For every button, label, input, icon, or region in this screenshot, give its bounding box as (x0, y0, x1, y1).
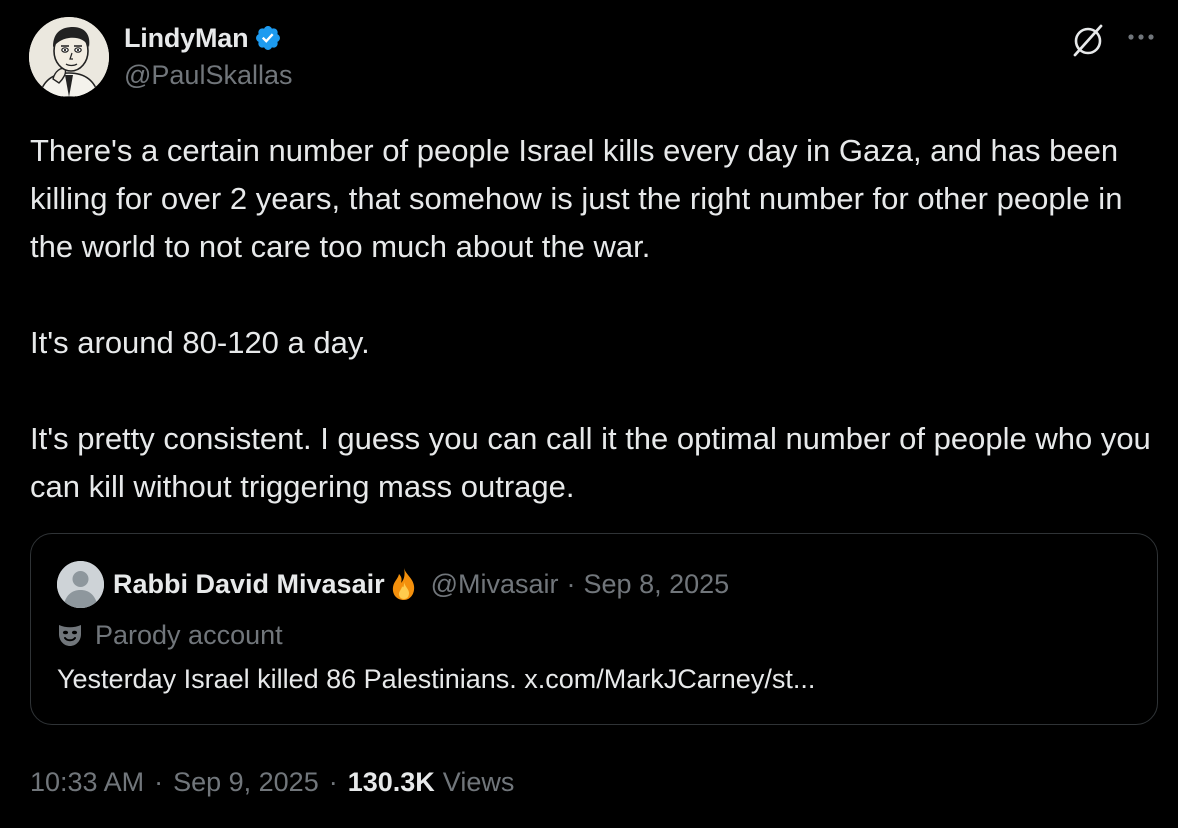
fire-emoji-icon (387, 566, 421, 602)
separator-dot: · (566, 568, 576, 599)
separator-dot: · (328, 766, 338, 797)
author-display-name[interactable]: LindyMan (124, 23, 249, 54)
cartoon-man-avatar-icon (29, 17, 109, 97)
views-count[interactable]: 130.3K (348, 767, 435, 798)
verified-badge-icon[interactable] (254, 24, 282, 52)
tweet-paragraph: It's pretty consistent. I guess you can … (30, 421, 1151, 504)
views-label: Views (442, 766, 515, 797)
quoted-tweet-date[interactable]: Sep 8, 2025 (584, 569, 730, 600)
grok-icon[interactable] (1068, 20, 1108, 60)
quoted-author-name[interactable]: Rabbi David Mivasair (113, 569, 385, 600)
quoted-tweet-card[interactable]: Rabbi David Mivasair @Mivasair · Sep 8, … (30, 533, 1158, 725)
quoted-author-handle[interactable]: @Mivasair (431, 569, 559, 600)
tweet-time[interactable]: 10:33 AM (30, 767, 144, 798)
tweet-meta-row: 10:33 AM · Sep 9, 2025 · 130.3K Views (30, 762, 514, 802)
parody-account-label: Parody account (95, 619, 283, 650)
more-dots-icon[interactable] (1124, 24, 1160, 50)
parody-mask-icon (57, 622, 83, 648)
parody-label-row: Parody account (57, 617, 283, 653)
tweet-card: LindyMan @PaulSkallas There's a certain … (0, 0, 1178, 828)
tweet-text: There's a certain number of people Israe… (30, 127, 1158, 511)
author-name-row: LindyMan (124, 20, 282, 56)
tweet-paragraph: It's around 80-120 a day. (30, 325, 370, 360)
quoted-tweet-text: Yesterday Israel killed 86 Palestinians.… (57, 664, 816, 694)
quoted-default-avatar-icon[interactable] (57, 561, 104, 608)
tweet-paragraph: There's a certain number of people Israe… (30, 133, 1123, 264)
tweet-date[interactable]: Sep 9, 2025 (173, 767, 319, 798)
quoted-tweet-header: Rabbi David Mivasair @Mivasair · Sep 8, … (113, 564, 729, 604)
author-handle[interactable]: @PaulSkallas (124, 60, 293, 91)
separator-dot: · (154, 766, 164, 797)
author-avatar[interactable] (29, 17, 109, 97)
